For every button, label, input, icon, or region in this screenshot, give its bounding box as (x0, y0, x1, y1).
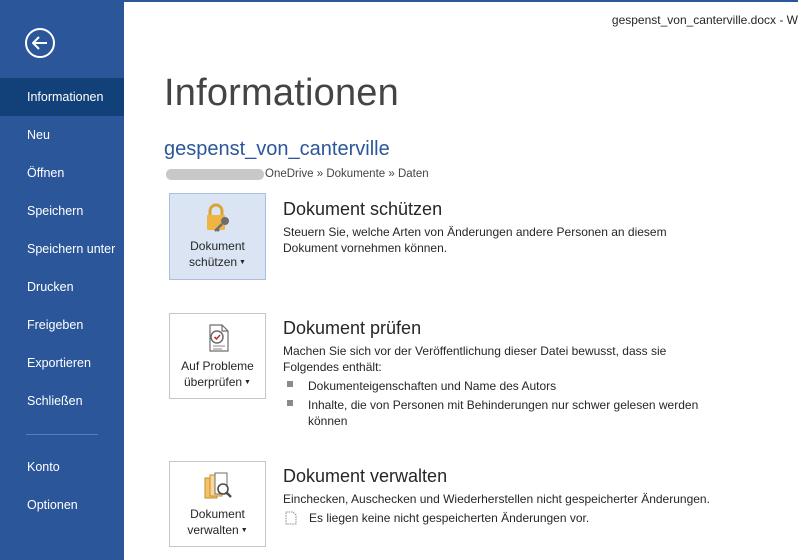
bullet-square-icon (287, 381, 293, 387)
manage-section-description: Einchecken, Auschecken und Wiederherstel… (283, 492, 710, 506)
document-title: gespenst_von_canterville.docx - W (611, 13, 798, 27)
nav-item-speichern[interactable]: Speichern (0, 192, 124, 230)
document-icon (285, 511, 297, 525)
protect-section-description: Steuern Sie, welche Arten von Änderungen… (283, 225, 667, 255)
nav-item-optionen[interactable]: Optionen (0, 486, 124, 524)
nav-divider (26, 434, 98, 435)
unsaved-changes-note: Es liegen keine nicht gespeicherten Ände… (284, 511, 589, 525)
dropdown-caret-icon: ▼ (239, 258, 246, 266)
path-text: OneDrive » Dokumente » Daten (265, 168, 429, 180)
dropdown-caret-icon: ▼ (244, 378, 251, 386)
document-path: OneDrive » Dokumente » Daten (166, 168, 429, 180)
nav-item-speichern-unter[interactable]: Speichern unter (0, 230, 124, 268)
back-arrow-icon (32, 36, 47, 50)
manage-document-icon (170, 470, 265, 502)
nav-item-oeffnen[interactable]: Öffnen (0, 154, 124, 192)
nav-item-schliessen[interactable]: Schließen (0, 382, 124, 420)
nav-item-drucken[interactable]: Drucken (0, 268, 124, 306)
inspect-document-icon (170, 322, 265, 354)
bullet-square-icon (287, 400, 293, 406)
protect-button-label-1: Dokument (190, 239, 245, 253)
nav-item-freigeben[interactable]: Freigeben (0, 306, 124, 344)
document-name[interactable]: gespenst_von_canterville (164, 138, 390, 161)
unsaved-changes-text: Es liegen keine nicht gespeicherten Ände… (309, 511, 590, 525)
check-issues-label-1: Auf Probleme (181, 359, 254, 373)
inspect-section-description: Machen Sie sich vor der Veröffentlichung… (283, 344, 667, 374)
protect-section-title: Dokument schützen (283, 199, 443, 219)
manage-button-label-2: verwalten (187, 523, 239, 537)
check-issues-button[interactable]: Auf Probleme überprüfen ▼ (169, 313, 266, 399)
nav-item-neu[interactable]: Neu (0, 116, 124, 154)
manage-document-button[interactable]: Dokument verwalten ▼ (169, 461, 266, 547)
backstage-nav: Informationen Neu Öffnen Speichern Speic… (0, 78, 124, 524)
manage-button-label-1: Dokument (190, 507, 245, 521)
nav-item-konto[interactable]: Konto (0, 448, 124, 486)
nav-item-exportieren[interactable]: Exportieren (0, 344, 124, 382)
page-title: Informationen (164, 72, 399, 114)
inspect-section-title: Dokument prüfen (283, 318, 422, 338)
dropdown-caret-icon: ▼ (240, 526, 248, 534)
window-top-border (124, 0, 798, 2)
protect-button-label-2: schützen (189, 255, 238, 269)
protect-document-button[interactable]: Dokument schützen ▼ (169, 193, 266, 280)
check-issues-label-2: überprüfen (184, 375, 243, 389)
lock-key-icon (170, 202, 265, 234)
backstage-sidebar: Informationen Neu Öffnen Speichern Speic… (0, 0, 124, 560)
redacted-path-segment (166, 168, 264, 180)
manage-section-title: Dokument verwalten (283, 466, 448, 486)
back-button[interactable] (25, 28, 55, 58)
nav-item-informationen[interactable]: Informationen (0, 78, 124, 116)
